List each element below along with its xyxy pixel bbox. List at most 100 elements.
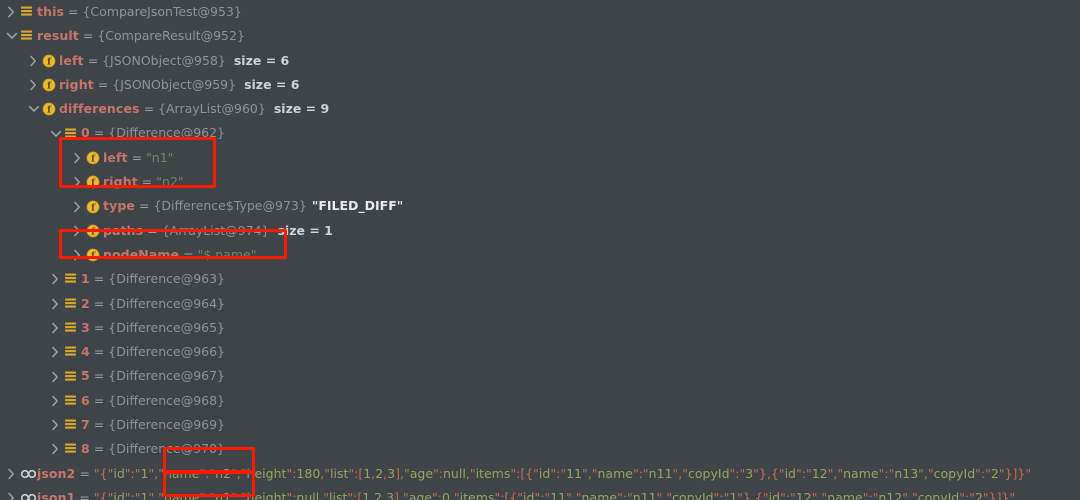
equals-sign: =: [93, 417, 105, 433]
variable-name: right: [103, 174, 138, 190]
variable-type: {ArrayList@974}: [161, 222, 270, 238]
field-icon: f: [41, 73, 59, 97]
chevron-right-icon[interactable]: [48, 340, 63, 364]
tree-row-left-obj[interactable]: f left = {JSONObject@958} size = 6: [0, 49, 1080, 73]
chevron-right-icon[interactable]: [70, 195, 85, 219]
tree-row-diff-8[interactable]: 8 = {Difference@970}: [0, 437, 1080, 461]
chevron-right-icon[interactable]: [48, 437, 63, 461]
variable-name: result: [37, 28, 79, 44]
tree-row-diff-2[interactable]: 2 = {Difference@964}: [0, 292, 1080, 316]
collection-size: size = 6: [233, 52, 290, 68]
object-node-icon: [63, 340, 81, 364]
chevron-down-icon[interactable]: [26, 97, 41, 121]
collection-size: size = 6: [244, 76, 300, 92]
equals-sign: =: [93, 271, 105, 287]
equals-sign: =: [93, 441, 105, 457]
debugger-variables-panel[interactable]: this = {CompareJsonTest@953} result = {Compar…: [0, 0, 1080, 500]
chevron-down-icon[interactable]: [4, 24, 19, 48]
variable-type: {CompareJsonTest@953}: [82, 4, 242, 19]
chevron-right-icon[interactable]: [26, 49, 41, 73]
field-icon: f: [85, 195, 103, 219]
chevron-right-icon[interactable]: [4, 462, 19, 486]
variable-name: 6: [81, 392, 90, 408]
variable-type: {Difference@963}: [108, 271, 226, 287]
chevron-right-icon[interactable]: [48, 413, 63, 437]
collection-size: size = 9: [273, 101, 330, 117]
variable-type: {Difference@970}: [108, 441, 226, 457]
variable-type: {JSONObject@958}: [102, 52, 226, 68]
variable-name: nodeName: [103, 246, 180, 262]
equals-sign: =: [93, 392, 105, 408]
equals-sign: =: [79, 465, 90, 481]
variable-name: 2: [81, 295, 90, 311]
chevron-right-icon[interactable]: [70, 243, 85, 267]
variable-value: "n2": [156, 174, 184, 190]
variable-name: this: [37, 4, 64, 19]
field-icon: f: [41, 49, 59, 73]
tree-row-diff-7[interactable]: 7 = {Difference@969}: [0, 413, 1080, 437]
local-variable-icon: [19, 486, 37, 500]
variable-name: 1: [81, 271, 90, 287]
object-node-icon: [63, 292, 81, 316]
object-node-icon: [63, 389, 81, 413]
chevron-right-icon[interactable]: [48, 365, 63, 389]
tree-row-diff-6[interactable]: 6 = {Difference@968}: [0, 389, 1080, 413]
variable-value: "{"id":"1","name":"n1","height":null,"li…: [93, 489, 1016, 500]
chevron-right-icon[interactable]: [70, 219, 85, 243]
object-node-icon: [63, 413, 81, 437]
variable-type: {Difference@962}: [108, 125, 226, 141]
tree-row-result[interactable]: result = {CompareResult@952}: [0, 24, 1080, 48]
tree-row-diff-0-nodename[interactable]: f nodeName = "$.name": [0, 243, 1080, 267]
variable-name: right: [59, 76, 94, 92]
variable-type: {CompareResult@952}: [97, 28, 245, 44]
object-node-icon: [63, 267, 81, 291]
chevron-right-icon[interactable]: [48, 389, 63, 413]
tree-row-diff-0-right[interactable]: f right = "n2": [0, 170, 1080, 194]
equals-sign: =: [143, 101, 155, 117]
equals-sign: =: [141, 174, 153, 190]
variable-name: json1: [37, 489, 76, 500]
tree-row-this[interactable]: this = {CompareJsonTest@953}: [0, 0, 1080, 24]
variable-name: type: [103, 198, 135, 214]
variable-name: 8: [81, 441, 90, 457]
variable-type: {Difference@967}: [108, 368, 226, 384]
variable-type: {Difference@966}: [108, 344, 226, 360]
variable-name: 0: [81, 125, 90, 141]
tree-row-diff-0-type[interactable]: f type = {Difference$Type@973} "FILED_DIFF": [0, 194, 1080, 218]
chevron-right-icon[interactable]: [70, 170, 85, 194]
chevron-right-icon[interactable]: [48, 316, 63, 340]
tree-row-diff-0-left[interactable]: f left = "n1": [0, 146, 1080, 170]
tree-row-differences[interactable]: f differences = {ArrayList@960} size = 9: [0, 97, 1080, 121]
tree-row-diff-1[interactable]: 1 = {Difference@963}: [0, 267, 1080, 291]
field-icon: f: [85, 146, 103, 170]
equals-sign: =: [87, 52, 99, 68]
equals-sign: =: [93, 344, 105, 360]
tree-row-right-obj[interactable]: f right = {JSONObject@959} size = 6: [0, 73, 1080, 97]
variable-value: "$.name": [197, 246, 257, 262]
tree-row-diff-3[interactable]: 3 = {Difference@965}: [0, 316, 1080, 340]
variable-name: 5: [81, 368, 90, 384]
equals-sign: =: [93, 368, 105, 384]
object-node-icon: [63, 316, 81, 340]
chevron-right-icon[interactable]: [48, 292, 63, 316]
chevron-down-icon[interactable]: [48, 122, 63, 146]
variable-type: {Difference@965}: [108, 319, 226, 335]
chevron-right-icon[interactable]: [4, 486, 19, 500]
chevron-right-icon[interactable]: [70, 146, 85, 170]
local-variable-icon: [19, 462, 37, 486]
variable-type: {Difference@968}: [108, 392, 226, 408]
tree-row-diff-4[interactable]: 4 = {Difference@966}: [0, 340, 1080, 364]
tree-row-diff-5[interactable]: 5 = {Difference@967}: [0, 364, 1080, 388]
tree-row-diff-0[interactable]: 0 = {Difference@962}: [0, 121, 1080, 145]
equals-sign: =: [131, 149, 143, 165]
variable-name: differences: [59, 101, 140, 117]
chevron-right-icon[interactable]: [4, 0, 19, 24]
tree-row-json2[interactable]: json2 = "{"id":"1","name":"n2","height":18…: [0, 462, 1080, 486]
tree-row-json1[interactable]: json1 = "{"id":"1","name":"n1","height":nu…: [0, 486, 1080, 500]
enum-value: "FILED_DIFF": [311, 198, 404, 214]
object-node-icon: [19, 0, 37, 24]
chevron-right-icon[interactable]: [26, 73, 41, 97]
field-icon: f: [85, 243, 103, 267]
chevron-right-icon[interactable]: [48, 267, 63, 291]
tree-row-diff-0-paths[interactable]: f paths = {ArrayList@974} size = 1: [0, 219, 1080, 243]
